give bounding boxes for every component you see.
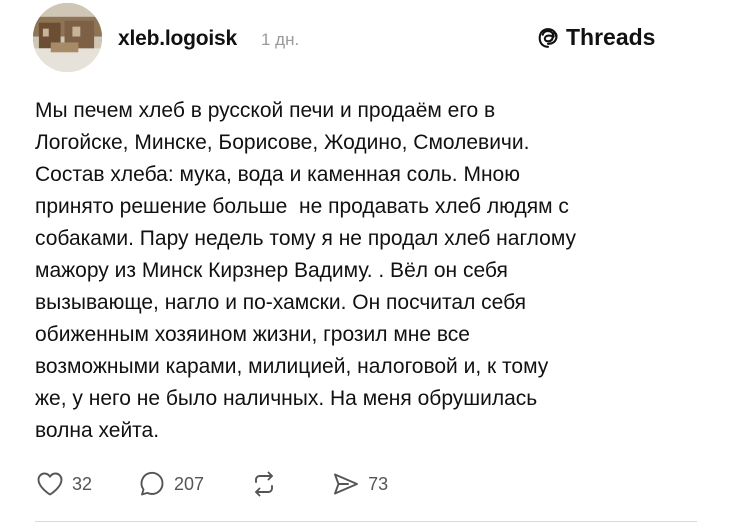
threads-brand: Threads: [536, 24, 655, 51]
avatar[interactable]: [33, 3, 102, 72]
post-body-line: Мы печем хлеб в русской печи и продаём е…: [35, 99, 496, 122]
post-body-line: вызывающе, нагло и по-хамски. Он посчита…: [35, 291, 527, 314]
post-timestamp: 1 дн.: [261, 30, 300, 49]
post-body-line: принято решение больше не продавать хлеб…: [35, 195, 569, 218]
avatar-image: [33, 3, 102, 72]
threads-logo-icon: [538, 27, 558, 48]
like-button[interactable]: 32: [36, 471, 92, 497]
post-body-line: собаками. Пару недель тому я не продал х…: [35, 227, 576, 250]
threads-post-card: xleb.logoisk 1 дн. Threads Мы печем хлеб…: [0, 0, 732, 532]
divider: [35, 521, 697, 522]
post-body-line: Состав хлеба: мука, вода и каменная соль…: [35, 163, 520, 186]
comment-icon: [140, 471, 164, 496]
post-body-line: волна хейта.: [35, 419, 160, 442]
heart-icon: [37, 472, 63, 496]
threads-label: Threads: [566, 24, 656, 50]
repost-icon: [255, 471, 274, 497]
post-body-line: обиженным хозяином жизни, грозил мне все: [35, 323, 470, 346]
action-bar: 32 207 73: [36, 470, 434, 498]
post-body-line: возможными карами, милицией, налоговой и…: [35, 355, 549, 378]
repost-button[interactable]: [250, 471, 286, 497]
post-body-line: мажору из Минск Кирзнер Вадиму. . Вёл он…: [35, 259, 508, 282]
post-body: Мы печем хлеб в русской печи и продаём е…: [35, 95, 715, 447]
comment-button[interactable]: 207: [138, 470, 204, 498]
post-body-line: Логойске, Минске, Борисове, Жодино, Смол…: [35, 131, 530, 154]
share-count: 73: [368, 473, 389, 494]
like-count: 32: [72, 473, 93, 494]
author-username[interactable]: xleb.logoisk: [118, 27, 237, 51]
post-body-line: же, у него не было наличных. На меня обр…: [35, 387, 538, 410]
comment-count: 207: [174, 473, 205, 494]
share-icon: [334, 473, 359, 495]
share-button[interactable]: 73: [332, 471, 388, 497]
